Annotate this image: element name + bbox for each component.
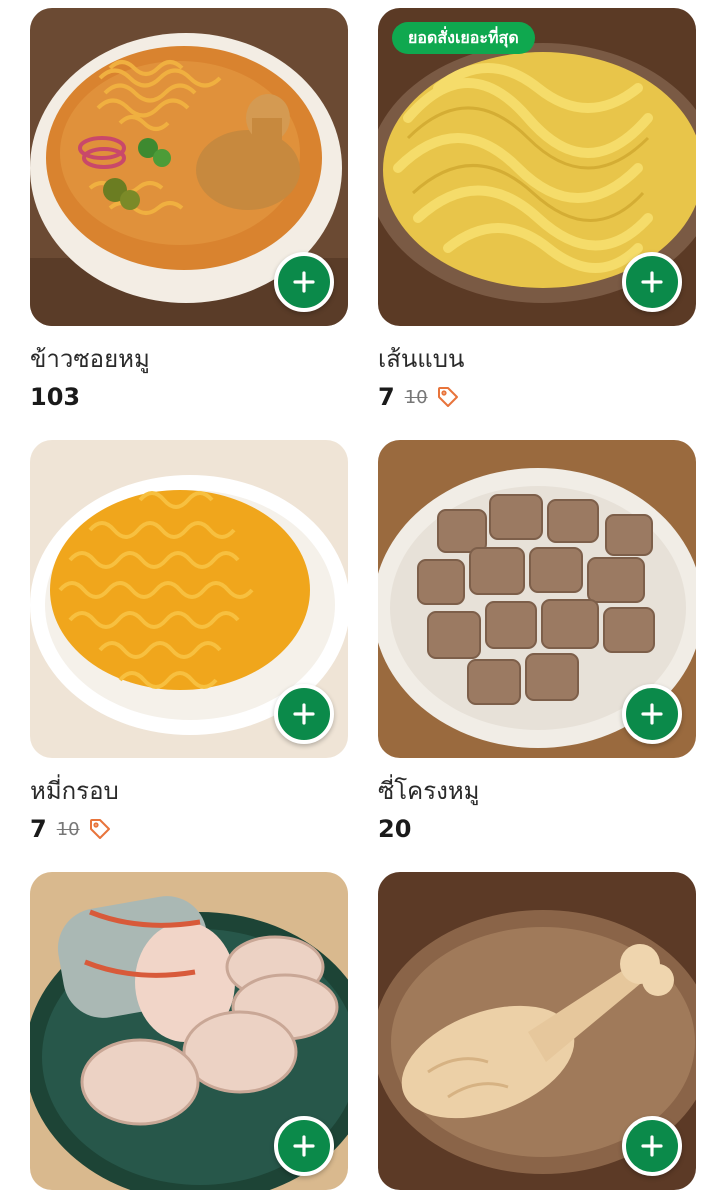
menu-item-card[interactable] <box>378 872 696 1190</box>
add-to-cart-button[interactable] <box>622 252 682 312</box>
menu-item-card[interactable]: หมี่กรอบ 7 10 <box>30 440 348 844</box>
plus-icon <box>293 703 315 725</box>
plus-icon <box>641 703 663 725</box>
item-name: ข้าวซอยหมู <box>30 345 150 373</box>
discount-tag-icon <box>436 385 460 409</box>
flat-noodles-image[interactable]: ยอดสั่งเยอะที่สุด <box>378 8 696 326</box>
pork-ribs-image[interactable] <box>378 440 696 758</box>
plus-icon <box>293 1135 315 1157</box>
menu-item-card[interactable]: ข้าวซอยหมู 103 <box>30 8 348 412</box>
menu-item-card[interactable] <box>30 872 348 1190</box>
original-price: 10 <box>404 386 428 408</box>
menu-item-card[interactable]: ซี่โครงหมู 20 <box>378 440 696 844</box>
item-name: เส้นแบน <box>378 345 465 373</box>
item-price: 20 <box>378 815 412 843</box>
price-row: 103 <box>30 382 348 412</box>
chicken-drumstick-image[interactable] <box>378 872 696 1190</box>
bestseller-badge: ยอดสั่งเยอะที่สุด <box>392 22 535 54</box>
add-to-cart-button[interactable] <box>622 1116 682 1176</box>
khao-soi-bowl-image[interactable] <box>30 8 348 326</box>
pork-sausage-image[interactable] <box>30 872 348 1190</box>
price-row: 7 10 <box>378 382 696 412</box>
item-name: หมี่กรอบ <box>30 777 119 805</box>
discount-tag-icon <box>88 817 112 841</box>
item-price: 7 <box>30 815 47 843</box>
price-row: 7 10 <box>30 814 348 844</box>
original-price: 10 <box>56 818 80 840</box>
crispy-noodles-image[interactable] <box>30 440 348 758</box>
price-row: 20 <box>378 814 696 844</box>
add-to-cart-button[interactable] <box>622 684 682 744</box>
item-price: 103 <box>30 383 81 411</box>
add-to-cart-button[interactable] <box>274 252 334 312</box>
plus-icon <box>293 271 315 293</box>
menu-item-card[interactable]: ยอดสั่งเยอะที่สุด เส้นแบน 7 10 <box>378 8 696 412</box>
plus-icon <box>641 1135 663 1157</box>
plus-icon <box>641 271 663 293</box>
add-to-cart-button[interactable] <box>274 1116 334 1176</box>
add-to-cart-button[interactable] <box>274 684 334 744</box>
item-name: ซี่โครงหมู <box>378 777 480 805</box>
item-price: 7 <box>378 383 395 411</box>
